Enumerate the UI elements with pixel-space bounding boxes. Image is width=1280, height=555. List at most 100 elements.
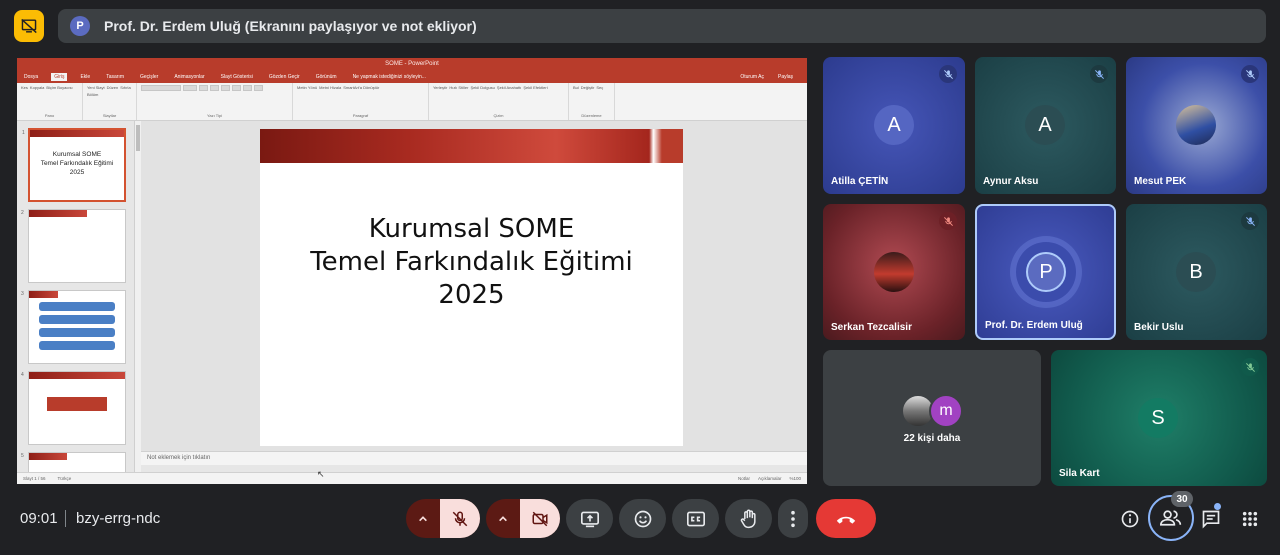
ribbon-tab-transitions: Geçişler [139,73,159,80]
ribbon-tab-design: Tasarım [106,73,124,80]
participant-avatar: A [1025,105,1065,145]
status-comments: Açıklamalar [757,476,782,481]
scrollbar-thumb[interactable] [136,125,140,151]
ribbon-item-replace: Değiştir [580,85,595,90]
emoji-reaction-button[interactable] [619,499,666,538]
mic-off-icon [1241,65,1259,83]
ribbon-tab-animations: Animasyonlar [174,73,205,80]
present-screen-button[interactable] [566,499,613,538]
captions-icon [686,511,705,526]
more-options-button[interactable] [778,499,808,538]
presenter-avatar: P [70,16,90,36]
participant-tile[interactable]: B Bekir Uslu [1126,204,1267,340]
ribbon-item-new-slide: Yeni Slayt [87,85,105,90]
ribbon-share: Paylaş [777,73,793,80]
participant-name: Sila Kart [1059,468,1100,479]
participant-tile[interactable]: A Atilla ÇETİN [823,57,965,194]
participant-avatar: m [929,394,963,428]
presenter-banner: P Prof. Dr. Erdem Uluğ (Ekranını paylaşı… [58,9,1266,43]
participant-photo [1176,105,1216,145]
presentation-status-button[interactable] [14,10,44,42]
font-format-box [199,85,208,91]
chevron-up-icon [499,515,507,521]
mic-options-button[interactable] [406,499,440,538]
slide-thumbnail: 2 [21,209,126,283]
divider [65,510,66,527]
powerpoint-ribbon-tabs: Dosya Giriş Ekle Tasarım Geçişler Animas… [17,70,807,83]
raise-hand-button[interactable] [725,499,772,538]
font-format-box [243,85,252,91]
ribbon-item-arrange: Yerleştir [433,85,448,90]
ribbon-group-label: Yazı Tipi [206,113,223,118]
status-notes: Notlar [737,476,750,481]
microphone-toggle-button[interactable] [440,499,480,538]
microphone-control-group [406,499,480,538]
chat-button[interactable] [1198,506,1224,532]
powerpoint-ribbon: Kes Kopyala Biçim Boyacısı Pano Yeni Sla… [17,83,807,121]
camera-off-icon [532,511,548,526]
ribbon-group-label: Paragraf [352,113,369,118]
thumbnail-header-bar [30,130,124,137]
mic-off-icon [1090,65,1108,83]
presenter-banner-text: Prof. Dr. Erdem Uluğ (Ekranını paylaşıyo… [104,18,477,34]
ribbon-item-find: Bul [573,85,579,90]
camera-control-group [486,499,560,538]
participant-name: Bekir Uslu [1134,322,1184,333]
participant-avatar: B [1176,252,1216,292]
ribbon-item-section: Bölüm [87,92,99,97]
participant-tile-presenter[interactable]: P Prof. Dr. Erdem Uluğ [975,204,1116,340]
ribbon-group-drawing: Yerleştir Hızlı Stiller Şekil Dolgusu Şe… [429,83,569,120]
powerpoint-workspace: 1 Kurumsal SOME Temel Farkındalık Eğitim… [17,121,807,482]
participant-tile[interactable]: Mesut PEK [1126,57,1267,194]
slide-canvas: Kurumsal SOME Temel Farkındalık Eğitimi … [141,121,807,451]
meeting-code: bzy-errg-ndc [76,510,161,527]
thumbnail-bullet-pill [39,302,115,311]
slide-title-line: 2025 [438,280,505,310]
more-participants-label: 22 kişi daha [903,433,961,444]
participant-name: Atilla ÇETİN [831,176,889,187]
participant-avatar: S [1138,398,1178,438]
activities-button[interactable] [1237,506,1263,532]
participant-tile[interactable]: S Sila Kart [1051,350,1267,486]
ribbon-group-clipboard: Kes Kopyala Biçim Boyacısı Pano [17,83,83,120]
slide-title: Kurumsal SOME Temel Farkındalık Eğitimi … [260,213,683,312]
ribbon-group-label: Pano [44,113,55,118]
current-slide[interactable]: Kurumsal SOME Temel Farkındalık Eğitimi … [260,129,683,446]
captions-button[interactable] [672,499,719,538]
shared-screen[interactable]: SOME - PowerPoint Dosya Giriş Ekle Tasar… [17,58,807,484]
slide-thumbnail-number: 1 [22,130,25,136]
slide-title-line: Kurumsal SOME [368,214,575,244]
participant-photo [874,252,914,292]
ribbon-item-shape-effects: Şekil Efektleri [523,85,548,90]
font-format-box [254,85,263,91]
slide-thumbnail: 1 Kurumsal SOME Temel Farkındalık Eğitim… [22,128,126,202]
powerpoint-title-bar: SOME - PowerPoint [17,58,807,70]
participant-avatar-ring: P [1016,242,1076,302]
people-icon [1160,510,1182,526]
ribbon-tab-file: Dosya [24,73,39,80]
ribbon-item-reset: Sıfırla [120,85,131,90]
slide-thumbnail-number: 3 [21,291,24,297]
ribbon-group-label: Düzenleme [581,113,602,118]
camera-toggle-button[interactable] [520,499,560,538]
leave-call-button[interactable] [816,499,876,538]
present-screen-icon [580,511,599,527]
call-end-icon [836,516,856,524]
thumbnail-header-bar [29,453,68,460]
ribbon-group-label: Slaytlar [102,113,117,118]
mic-off-icon [939,212,957,230]
thumbnail-header-bar [29,210,87,217]
participant-tile[interactable]: A Aynur Aksu [975,57,1116,194]
camera-options-button[interactable] [486,499,520,538]
meeting-info-button[interactable] [1117,506,1143,532]
thumbnail-header-bar [29,372,125,379]
ribbon-item-cut: Kes [21,85,28,90]
thumbnail-bullet-pill [39,341,115,350]
participant-name: Serkan Tezcalisir [831,322,912,333]
more-participants-tile[interactable]: m 22 kişi daha [823,350,1041,486]
participant-tile[interactable]: Serkan Tezcalisir [823,204,965,340]
mic-off-icon [452,511,468,526]
slide-counter: Slayt 1 / 56 [23,476,46,481]
notes-placeholder[interactable]: Not eklemek için tıklatın [141,451,807,465]
ribbon-sign-in: Oturum Aç [740,73,764,80]
